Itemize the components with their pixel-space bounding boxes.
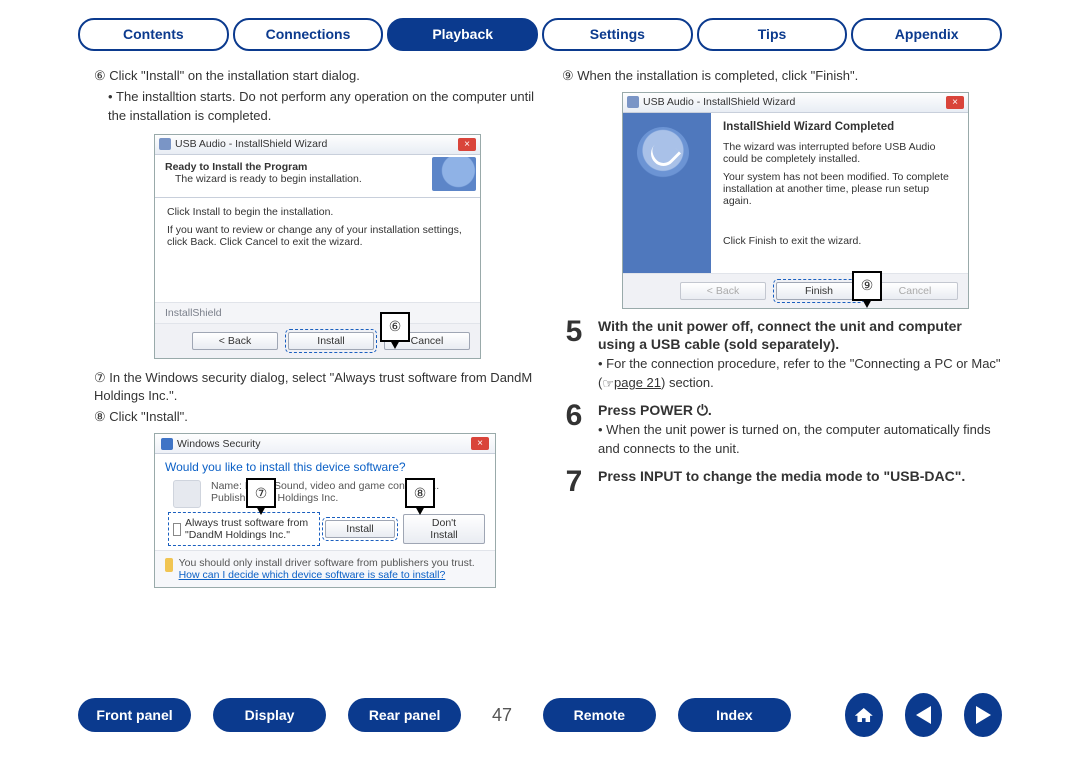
numbered-7: 7 Press INPUT to change the media mode t… <box>562 467 1002 497</box>
bottom-nav: Front panel Display Rear panel 47 Remote… <box>0 693 1080 737</box>
tab-settings[interactable]: Settings <box>542 18 693 51</box>
wizard-banner-sub: The wizard is ready to begin installatio… <box>165 173 470 185</box>
callout-9: ⑨ <box>852 271 882 301</box>
finish-heading: InstallShield Wizard Completed <box>723 121 956 133</box>
shield-icon <box>161 438 173 450</box>
nav-rear-panel[interactable]: Rear panel <box>348 698 461 732</box>
back-button: < Back <box>680 282 766 300</box>
tab-tips[interactable]: Tips <box>697 18 848 51</box>
callout-6-arrow <box>390 340 400 349</box>
wizard-status: InstallShield <box>155 302 480 324</box>
step-8: ⑧ Click "Install". <box>94 408 534 427</box>
hand-pointer-icon: ☞ <box>602 375 614 394</box>
dont-install-button[interactable]: Don't Install <box>403 514 485 544</box>
left-column: ⑥ Click "Install" on the installation st… <box>94 67 534 588</box>
callout-9-arrow <box>862 299 872 308</box>
step-6-sub: • The installtion starts. Do not perform… <box>94 88 534 126</box>
device-icon <box>173 480 201 508</box>
security-dialog: Windows Security × Would you like to ins… <box>154 433 496 588</box>
big-number-5: 5 <box>562 317 586 393</box>
step6-body: • When the unit power is turned on, the … <box>598 421 1002 459</box>
step6-head: Press POWER ⏻. <box>598 401 1002 419</box>
nav-remote[interactable]: Remote <box>543 698 656 732</box>
install-complete-icon <box>637 127 689 179</box>
close-icon[interactable]: × <box>458 138 476 151</box>
step-6-text: Click "Install" on the installation star… <box>109 68 360 83</box>
step-9: ⑨ When the installation is completed, cl… <box>562 67 1002 86</box>
page-21-link[interactable]: page 21 <box>614 375 661 390</box>
callout-7: ⑦ <box>246 478 276 508</box>
top-tab-bar: Contents Connections Playback Settings T… <box>0 0 1080 51</box>
big-number-6: 6 <box>562 401 586 459</box>
install-button[interactable]: Install <box>288 332 374 350</box>
step-6: ⑥ Click "Install" on the installation st… <box>94 67 534 86</box>
finish-p1: The wizard was interrupted before USB Au… <box>723 141 956 165</box>
page-number: 47 <box>483 705 521 726</box>
wizard-banner-art <box>432 157 476 191</box>
callout-7-arrow <box>256 506 266 515</box>
back-button[interactable]: < Back <box>192 332 278 350</box>
checkbox-icon <box>173 523 181 536</box>
callout-8: ⑧ <box>405 478 435 508</box>
security-title: Windows Security <box>177 438 260 450</box>
step5-body: • For the connection procedure, refer to… <box>598 355 1002 393</box>
tab-appendix[interactable]: Appendix <box>851 18 1002 51</box>
step-6-number: ⑥ <box>94 67 106 86</box>
prev-page-button[interactable] <box>905 693 943 737</box>
wizard-title: USB Audio - InstallShield Wizard <box>643 96 795 108</box>
install-wizard: USB Audio - InstallShield Wizard × Ready… <box>154 134 481 359</box>
finish-p2: Your system has not been modified. To co… <box>723 171 956 207</box>
numbered-6: 6 Press POWER ⏻. • When the unit power i… <box>562 401 1002 459</box>
wizard-title: USB Audio - InstallShield Wizard <box>175 138 327 150</box>
finish-wizard: USB Audio - InstallShield Wizard × Insta… <box>622 92 969 309</box>
next-page-button[interactable] <box>964 693 1002 737</box>
callout-6: ⑥ <box>380 312 410 342</box>
cancel-button: Cancel <box>872 282 958 300</box>
tab-playback[interactable]: Playback <box>387 18 538 51</box>
finish-p3: Click Finish to exit the wizard. <box>723 235 956 247</box>
big-number-7: 7 <box>562 467 586 497</box>
wizard-app-icon <box>627 96 639 108</box>
right-column: ⑨ When the installation is completed, cl… <box>562 67 1002 588</box>
step5-head: With the unit power off, connect the uni… <box>598 317 1002 353</box>
close-icon[interactable]: × <box>471 437 489 450</box>
close-icon[interactable]: × <box>946 96 964 109</box>
nav-front-panel[interactable]: Front panel <box>78 698 191 732</box>
advice-text: You should only install driver software … <box>179 557 475 569</box>
finish-button[interactable]: Finish <box>776 282 862 300</box>
callout-8-arrow <box>415 506 425 515</box>
wizard-side-art <box>623 113 711 273</box>
wizard-app-icon <box>159 138 171 150</box>
wizard-body-2: If you want to review or change any of y… <box>167 224 468 248</box>
wizard-banner-heading: Ready to Install the Program <box>165 161 470 173</box>
trust-checkbox[interactable]: Always trust software from "DandM Holdin… <box>171 515 317 543</box>
numbered-5: 5 With the unit power off, connect the u… <box>562 317 1002 393</box>
step-7: ⑦ In the Windows security dialog, select… <box>94 369 534 407</box>
warning-shield-icon <box>165 558 173 572</box>
power-icon: ⏻ <box>697 401 708 419</box>
step7-head: Press INPUT to change the media mode to … <box>598 467 1002 485</box>
wizard-body-1: Click Install to begin the installation. <box>167 206 468 218</box>
tab-connections[interactable]: Connections <box>233 18 384 51</box>
advice-link[interactable]: How can I decide which device software i… <box>179 569 446 581</box>
nav-index[interactable]: Index <box>678 698 791 732</box>
home-button[interactable] <box>845 693 883 737</box>
install-button[interactable]: Install <box>325 520 395 538</box>
nav-display[interactable]: Display <box>213 698 326 732</box>
security-question: Would you like to install this device so… <box>155 454 495 478</box>
tab-contents[interactable]: Contents <box>78 18 229 51</box>
